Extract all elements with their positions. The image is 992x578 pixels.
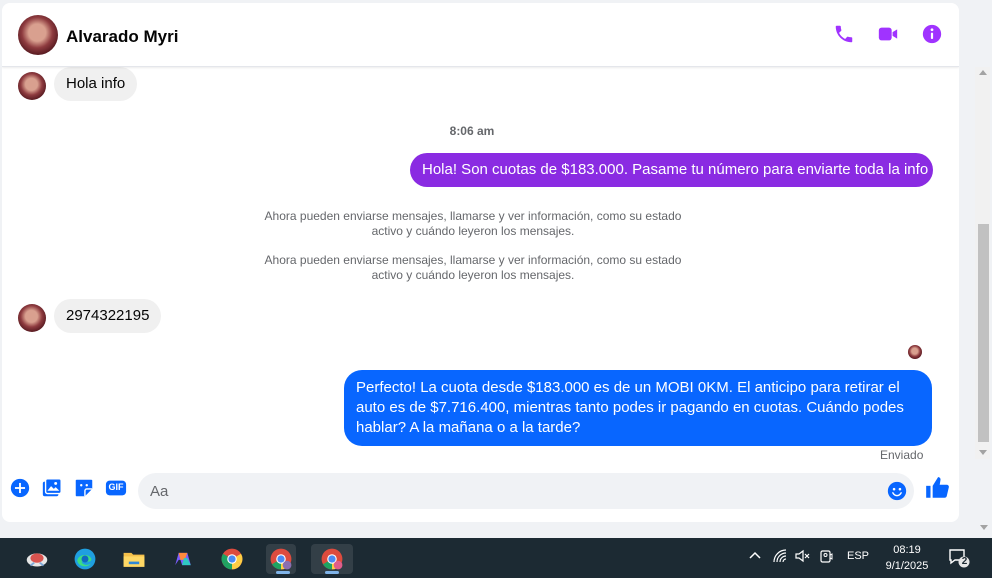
chrome-browser-icon[interactable] [217,544,247,574]
incoming-message[interactable]: 2974322195 [54,299,162,333]
notification-count-badge: 2 [961,556,968,567]
sent-status: Enviado [880,448,924,462]
read-receipt-avatar [908,345,922,359]
sender-avatar[interactable] [18,72,46,100]
scroll-thumb[interactable] [978,224,989,442]
page-scroll-down-arrow[interactable] [980,525,988,530]
active-window-indicator [325,571,339,574]
chrome-messenger-window-icon[interactable] [311,544,353,574]
message-input-container [138,473,914,509]
wifi-icon[interactable] [772,548,788,567]
phone-icon[interactable] [833,23,855,45]
chat-window: Alvarado Myri Hola info 8:06 am Hola! So… [2,3,959,522]
contact-avatar[interactable] [18,15,58,55]
scroll-down-arrow[interactable] [979,450,987,455]
thumbs-up-icon[interactable] [924,475,950,501]
sender-avatar[interactable] [18,304,46,332]
message-list[interactable]: Hola info 8:06 am Hola! Son cuotas de $1… [2,67,942,462]
chat-header: Alvarado Myri [2,3,959,67]
active-window-indicator [276,571,290,574]
copilot-app-icon[interactable] [22,544,52,574]
scroll-up-arrow[interactable] [979,70,987,75]
composer: GIF [2,469,959,509]
language-indicator[interactable]: ESP [847,550,869,562]
camera-tray-icon[interactable] [818,548,834,567]
message-scrollbar[interactable] [975,67,990,459]
copilot-icon[interactable] [168,544,198,574]
sticker-icon[interactable] [73,477,95,499]
plus-icon[interactable] [9,477,31,499]
video-camera-icon[interactable] [877,23,899,45]
edge-browser-icon[interactable] [70,544,100,574]
photo-icon[interactable] [41,477,63,499]
gif-label: GIF [108,482,124,492]
emoji-icon[interactable] [886,480,908,502]
clock-time: 08:19 [893,544,921,556]
clock-date: 9/1/2025 [885,560,929,572]
outgoing-message[interactable]: Perfecto! La cuota desde $183.000 es de … [344,370,932,446]
message-timestamp: 8:06 am [449,124,495,138]
chrome-profile-window-icon[interactable] [266,544,296,574]
system-clock[interactable]: 08:19 9/1/2025 [876,542,938,574]
file-explorer-icon[interactable] [119,544,149,574]
outgoing-message[interactable]: Hola! Son cuotas de $183.000. Pasame tu … [410,153,933,187]
header-actions [833,23,943,45]
gif-icon[interactable]: GIF [105,477,127,499]
system-message: Ahora pueden enviarse mensajes, llamarse… [264,253,682,282]
incoming-message[interactable]: Hola info [54,67,138,101]
system-message: Ahora pueden enviarse mensajes, llamarse… [264,209,682,238]
speaker-muted-icon[interactable] [794,548,810,567]
windows-taskbar: ESP 08:19 9/1/2025 2 [0,538,992,578]
chevron-up-icon[interactable] [748,548,762,565]
message-input[interactable] [150,473,880,509]
contact-name[interactable]: Alvarado Myri [66,27,178,47]
notification-center-icon[interactable]: 2 [948,548,970,568]
info-icon[interactable] [921,23,943,45]
